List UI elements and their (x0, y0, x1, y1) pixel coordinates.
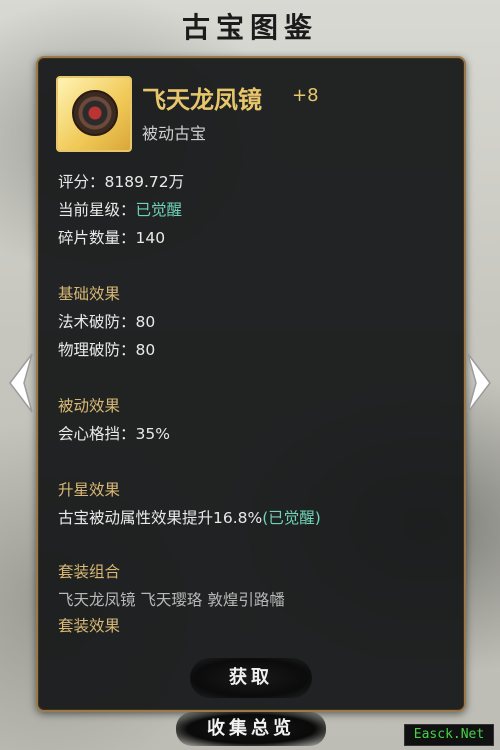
panel-corner (38, 58, 48, 68)
next-arrow-icon[interactable] (464, 352, 494, 414)
item-icon (56, 76, 132, 152)
upgrade-effect-line: 古宝被动属性效果提升16.8%(已觉醒) (58, 506, 321, 528)
watermark: Easck.Net (404, 724, 494, 746)
item-type: 被动古宝 (142, 124, 207, 143)
upgrade-effect-tag: (已觉醒) (262, 509, 321, 527)
get-button[interactable]: 获取 (190, 658, 312, 698)
star-row: 当前星级：已觉醒 (58, 198, 182, 220)
passive-effect-line: 会心格挡：35% (58, 425, 170, 443)
rating-label: 评分： (58, 173, 105, 191)
fragments-value: 140 (135, 229, 166, 247)
collection-overview-button[interactable]: 收集总览 (176, 712, 326, 746)
set-effect-title: 套装效果 (58, 617, 121, 635)
star-label: 当前星级： (58, 201, 136, 219)
base-effect-title: 基础效果 (58, 285, 121, 303)
passive-effect-title: 被动效果 (58, 397, 121, 415)
fragments-label: 碎片数量： (58, 229, 136, 247)
fragments-row: 碎片数量：140 (58, 226, 165, 248)
item-name: 飞天龙凤镜 (142, 86, 262, 114)
base-effect-line: 物理破防：80 (58, 341, 156, 359)
rating-value: 8189.72万 (104, 173, 185, 191)
page-title: 古宝图鉴 (181, 11, 318, 44)
item-level: +8 (292, 85, 319, 106)
set-combo-title: 套装组合 (58, 563, 121, 581)
previous-arrow-icon[interactable] (6, 352, 36, 414)
set-combo-items: 飞天龙凤镜 飞天璎珞 敦煌引路幡 (58, 591, 285, 609)
star-value: 已觉醒 (135, 201, 183, 219)
upgrade-effect-text: 古宝被动属性效果提升16.8% (58, 509, 263, 527)
item-detail-panel: 飞天龙凤镜 +8 被动古宝 评分：8189.72万 当前星级：已觉醒 碎片数量：… (36, 56, 466, 712)
upgrade-effect-title: 升星效果 (58, 481, 121, 499)
rating-row: 评分：8189.72万 (58, 170, 184, 192)
base-effect-line: 法术破防：80 (58, 313, 156, 331)
mirror-icon (72, 90, 118, 136)
